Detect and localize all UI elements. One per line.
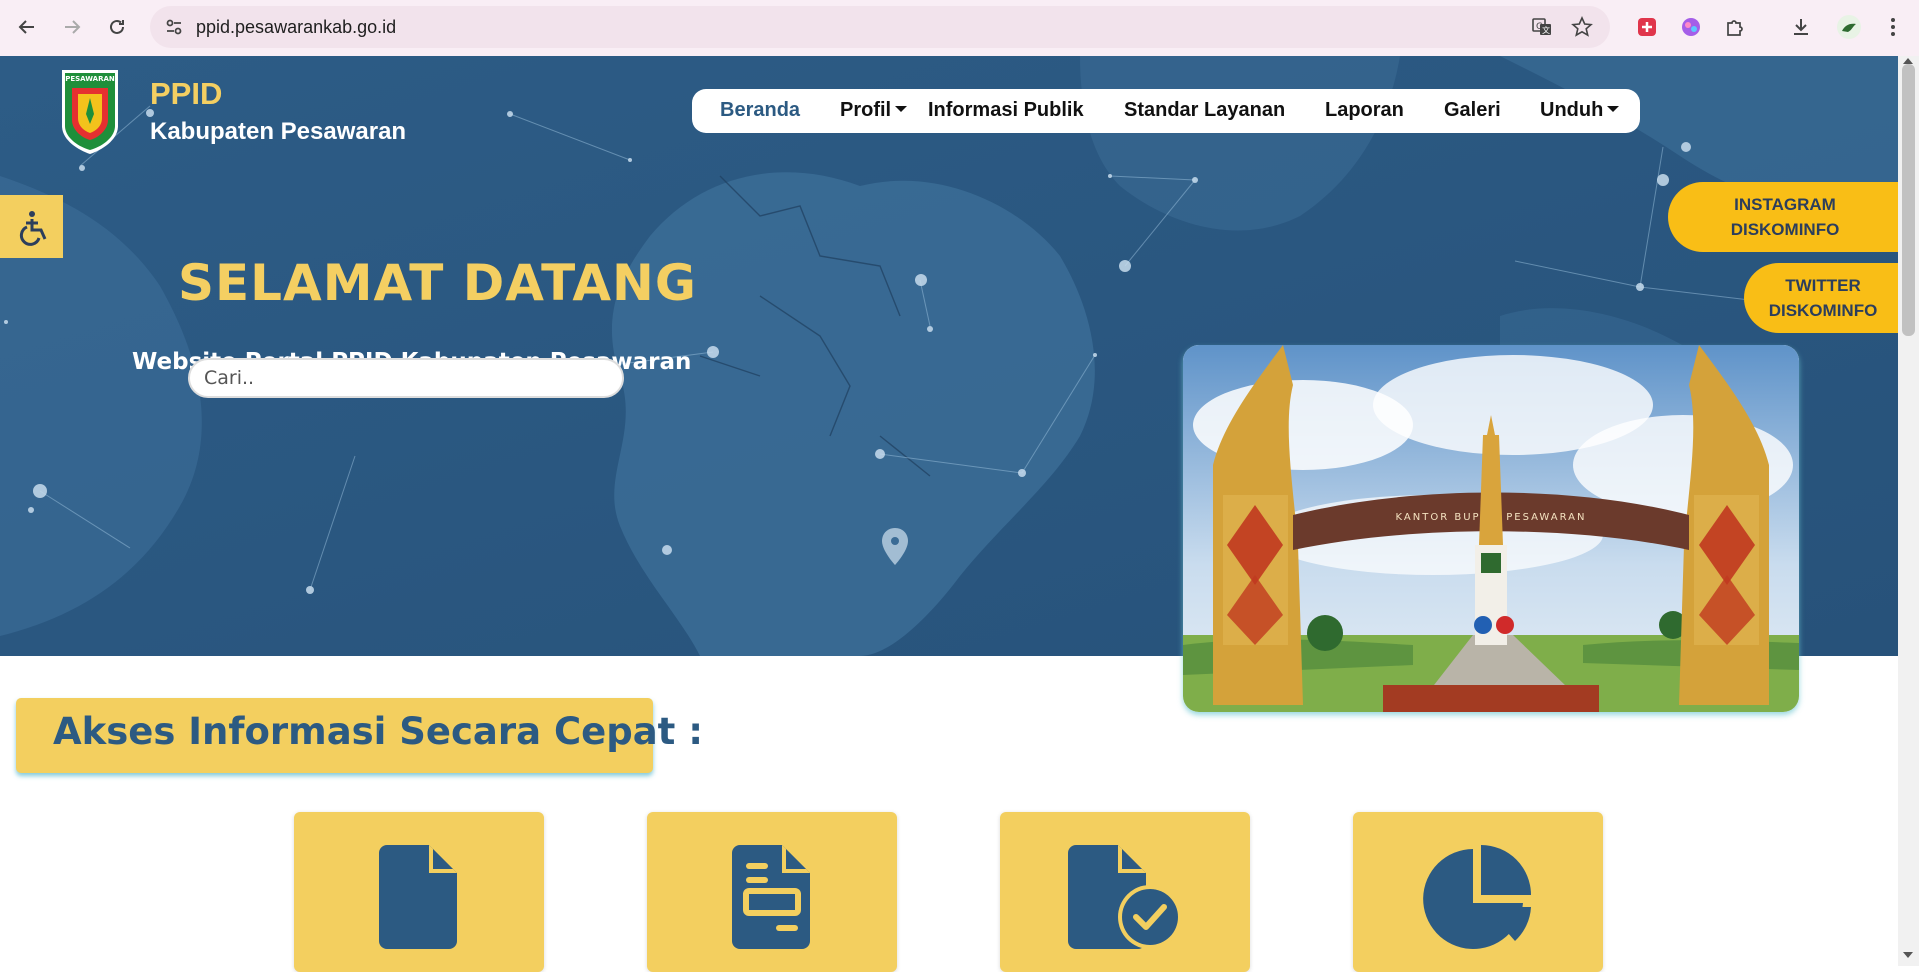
back-arrow-icon — [18, 20, 34, 34]
scroll-down-arrow-icon[interactable] — [1903, 952, 1913, 958]
search-input[interactable] — [188, 358, 624, 398]
instagram-diskominfo-button[interactable]: INSTAGRAM DISKOMINFO — [1668, 182, 1902, 252]
nav-unduh-label: Unduh — [1540, 99, 1604, 121]
wheelchair-icon — [19, 210, 46, 246]
menu-dots-icon[interactable] — [1878, 12, 1908, 42]
nav-galeri[interactable]: Galeri — [1444, 99, 1501, 122]
nav-laporan[interactable]: Laporan — [1325, 99, 1404, 122]
nav-unduh[interactable]: Unduh — [1540, 99, 1620, 122]
translate-icon[interactable]: G文 — [1530, 15, 1554, 39]
kantor-bupati-photo: KANTOR BUPATI PESAWARAN — [1183, 345, 1799, 712]
chevron-down-icon — [1607, 105, 1620, 112]
nav-standar-layanan[interactable]: Standar Layanan — [1124, 99, 1285, 122]
download-icon[interactable] — [1786, 12, 1816, 42]
extension-brain-icon[interactable] — [1676, 12, 1706, 42]
twitter-diskominfo-button[interactable]: TWITTER DISKOMINFO — [1744, 263, 1902, 333]
brand-title: PPID — [150, 76, 223, 111]
instagram-label: INSTAGRAM DISKOMINFO — [1730, 195, 1840, 239]
file-icon — [379, 845, 457, 949]
accessibility-button[interactable] — [0, 195, 63, 258]
page-scrollbar[interactable] — [1898, 56, 1919, 966]
chevron-down-icon — [895, 105, 908, 112]
quick-card-1[interactable] — [294, 812, 544, 972]
brand-subtitle: Kabupaten Pesawaran — [150, 118, 407, 145]
quick-card-2[interactable] — [647, 812, 897, 972]
quick-card-4[interactable] — [1353, 812, 1603, 972]
site-info-icon[interactable] — [162, 15, 186, 39]
reload-button[interactable] — [100, 10, 134, 44]
url-text: ppid.pesawarankab.go.id — [196, 17, 397, 37]
pie-chart-icon — [1423, 845, 1531, 949]
browser-toolbar: ppid.pesawarankab.go.id G文 — [0, 0, 1919, 56]
extension-red-icon[interactable] — [1632, 12, 1662, 42]
nav-informasi-publik[interactable]: Informasi Publik — [928, 99, 1084, 122]
twitter-label: TWITTER DISKOMINFO — [1768, 276, 1878, 320]
gate-illustration: KANTOR BUPATI PESAWARAN — [1183, 345, 1799, 712]
scrollbar-thumb[interactable] — [1902, 64, 1915, 336]
quick-access-title: Akses Informasi Secara Cepat : — [53, 710, 704, 753]
reload-icon — [110, 19, 124, 34]
quick-card-3[interactable] — [1000, 812, 1250, 972]
forward-button[interactable] — [55, 10, 89, 44]
nav-profil[interactable]: Profil — [840, 99, 908, 122]
pesawaran-logo[interactable]: PESAWARAN — [60, 68, 120, 154]
back-button[interactable] — [10, 10, 44, 44]
file-check-icon — [1068, 845, 1182, 949]
address-bar[interactable]: ppid.pesawarankab.go.id G文 — [150, 6, 1610, 48]
quick-access-banner: Akses Informasi Secara Cepat : — [16, 698, 703, 773]
nav-beranda[interactable]: Beranda — [720, 99, 800, 122]
svg-text:PESAWARAN: PESAWARAN — [65, 75, 115, 83]
nav-profil-label: Profil — [840, 99, 892, 121]
forward-arrow-icon — [65, 20, 81, 34]
bookmark-star-icon[interactable] — [1570, 15, 1594, 39]
extensions-puzzle-icon[interactable] — [1720, 12, 1750, 42]
document-lines-icon — [732, 845, 810, 949]
svg-text:文: 文 — [1542, 25, 1550, 35]
profile-avatar[interactable] — [1834, 12, 1864, 42]
welcome-heading: SELAMAT DATANG — [178, 254, 697, 312]
main-navbar: Beranda Profil Informasi Publik Standar … — [692, 89, 1640, 133]
